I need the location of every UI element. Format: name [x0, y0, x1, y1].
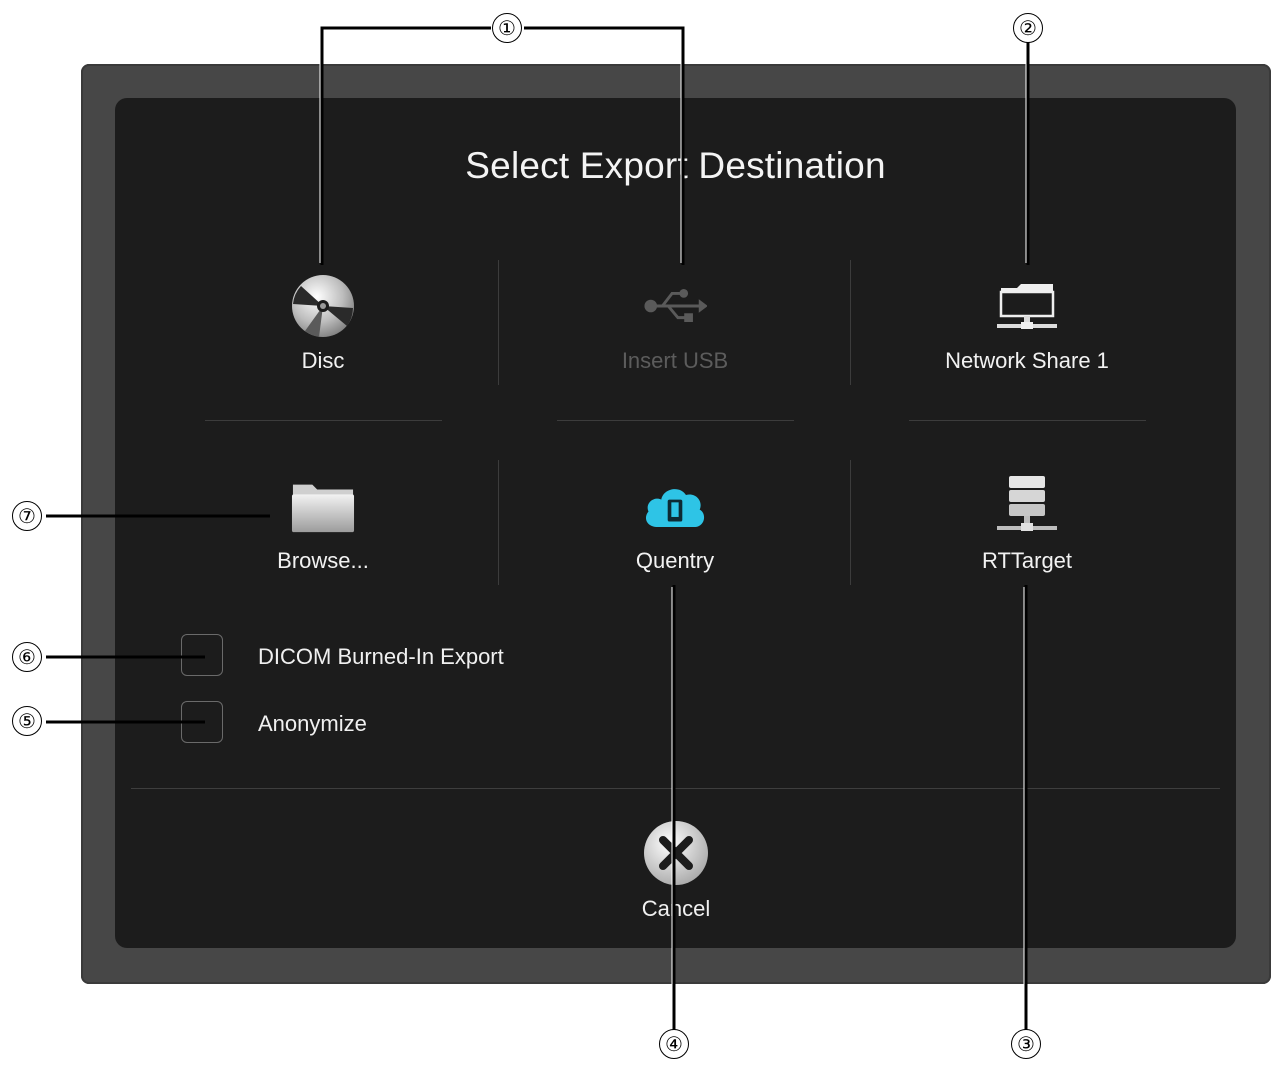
- folder-icon: [291, 474, 355, 538]
- grid-divider: [205, 420, 442, 421]
- grid-divider: [498, 460, 499, 585]
- network-folder-icon: [995, 274, 1059, 338]
- cloud-icon: [643, 474, 707, 538]
- dicom-burned-in-label: DICOM Burned-In Export: [258, 644, 504, 669]
- quentry-option[interactable]: Quentry: [525, 462, 825, 592]
- network-share-label: Network Share 1: [945, 348, 1109, 373]
- grid-divider: [557, 420, 794, 421]
- browse-option[interactable]: Browse...: [173, 462, 473, 592]
- callout-1: ①: [492, 13, 522, 43]
- browse-label: Browse...: [277, 548, 369, 573]
- callout-3: ③: [1011, 1029, 1041, 1059]
- grid-divider: [850, 460, 851, 585]
- rttarget-option[interactable]: RTTarget: [877, 462, 1177, 592]
- usb-option[interactable]: Insert USB: [525, 262, 825, 392]
- grid-divider: [850, 260, 851, 385]
- footer-divider: [131, 788, 1220, 789]
- callout-6: ⑥: [12, 642, 42, 672]
- callout-5: ⑤: [12, 706, 42, 736]
- disc-option[interactable]: Disc: [173, 262, 473, 392]
- close-icon: [644, 821, 708, 885]
- disc-label: Disc: [301, 348, 345, 373]
- dicom-burned-in-checkbox[interactable]: [181, 634, 223, 676]
- rttarget-label: RTTarget: [981, 548, 1073, 573]
- quentry-label: Quentry: [635, 548, 715, 573]
- grid-divider: [498, 260, 499, 385]
- cancel-button[interactable]: Cancel: [600, 818, 752, 928]
- callout-4: ④: [659, 1029, 689, 1059]
- network-share-option[interactable]: Network Share 1: [877, 262, 1177, 392]
- anonymize-label: Anonymize: [258, 711, 367, 736]
- grid-divider: [909, 420, 1146, 421]
- callout-7: ⑦: [12, 501, 42, 531]
- anonymize-checkbox[interactable]: [181, 701, 223, 743]
- disc-icon: [291, 274, 355, 338]
- cancel-label: Cancel: [641, 896, 711, 921]
- usb-icon: [643, 274, 707, 338]
- callout-2: ②: [1013, 13, 1043, 43]
- server-icon: [995, 474, 1059, 538]
- dialog-title: Select Export Destination: [465, 145, 886, 186]
- usb-label: Insert USB: [621, 348, 729, 373]
